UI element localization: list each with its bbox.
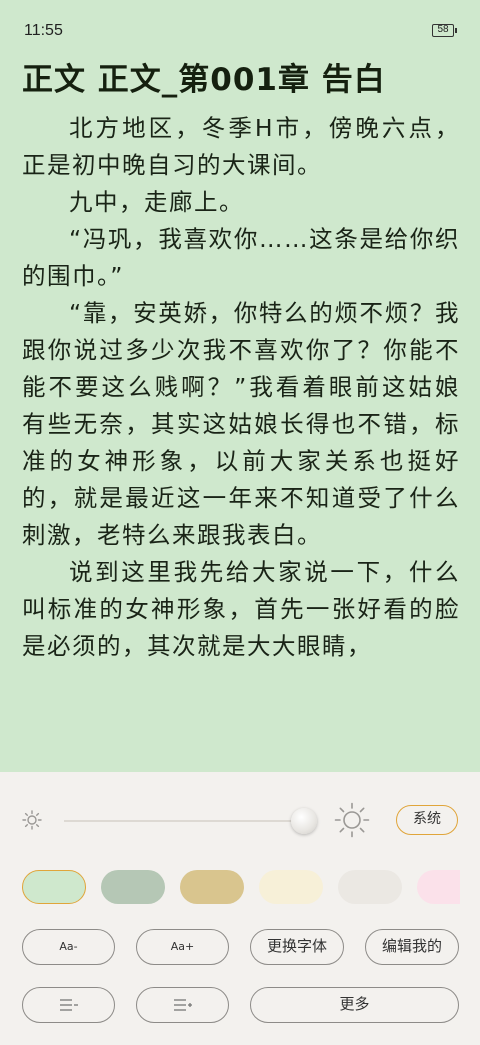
system-brightness-button[interactable]: 系统 xyxy=(396,805,458,835)
brightness-slider[interactable] xyxy=(64,820,314,822)
line-spacing-increase-icon xyxy=(173,998,192,1011)
change-font-button[interactable]: 更换字体 xyxy=(250,929,344,965)
brightness-slider-thumb[interactable] xyxy=(291,808,317,834)
paragraph: “冯巩，我喜欢你……这条是给你织的围巾。” xyxy=(22,225,460,290)
paragraph: 北方地区，冬季H市，傍晚六点，正是初中晚自习的大课间。 xyxy=(22,114,460,179)
font-increase-button[interactable]: Aa+ xyxy=(136,929,229,965)
theme-swatch-light-gray[interactable] xyxy=(338,870,402,904)
theme-swatch-gray-green[interactable] xyxy=(101,870,165,904)
reader-settings-panel: 系统 Aa- Aa+ 更换字体 编辑我的 更多 xyxy=(0,772,480,1045)
edit-mine-button[interactable]: 编辑我的 xyxy=(365,929,459,965)
status-time: 11:55 xyxy=(24,22,63,39)
line-spacing-decrease-icon xyxy=(59,998,78,1011)
brightness-low-icon xyxy=(22,810,42,830)
theme-swatch-cream[interactable] xyxy=(259,870,323,904)
line-spacing-decrease-button[interactable] xyxy=(22,987,115,1023)
reading-content[interactable]: 北方地区，冬季H市，傍晚六点，正是初中晚自习的大课间。 九中，走廊上。 “冯巩，… xyxy=(22,110,460,772)
battery-icon: 58 xyxy=(432,24,457,37)
theme-swatch-pink[interactable] xyxy=(417,870,460,904)
theme-swatch-khaki[interactable] xyxy=(180,870,244,904)
font-decrease-button[interactable]: Aa- xyxy=(22,929,115,965)
paragraph: 九中，走廊上。 xyxy=(69,188,244,216)
chapter-title: 正文 正文_第001章 告白 xyxy=(22,62,386,98)
brightness-high-icon xyxy=(334,802,370,838)
theme-swatch-light-green[interactable] xyxy=(22,870,86,904)
status-bar: 11:55 58 xyxy=(0,0,480,56)
line-spacing-increase-button[interactable] xyxy=(136,987,229,1023)
more-button[interactable]: 更多 xyxy=(250,987,459,1023)
paragraph: “靠，安英娇，你特么的烦不烦？我跟你说过多少次我不喜欢你了？你能不能不要这么贱啊… xyxy=(22,299,460,549)
paragraph: 说到这里我先给大家说一下，什么叫标准的女神形象，首先一张好看的脸是必须的，其次就… xyxy=(22,558,460,660)
theme-swatch-row xyxy=(22,868,460,908)
